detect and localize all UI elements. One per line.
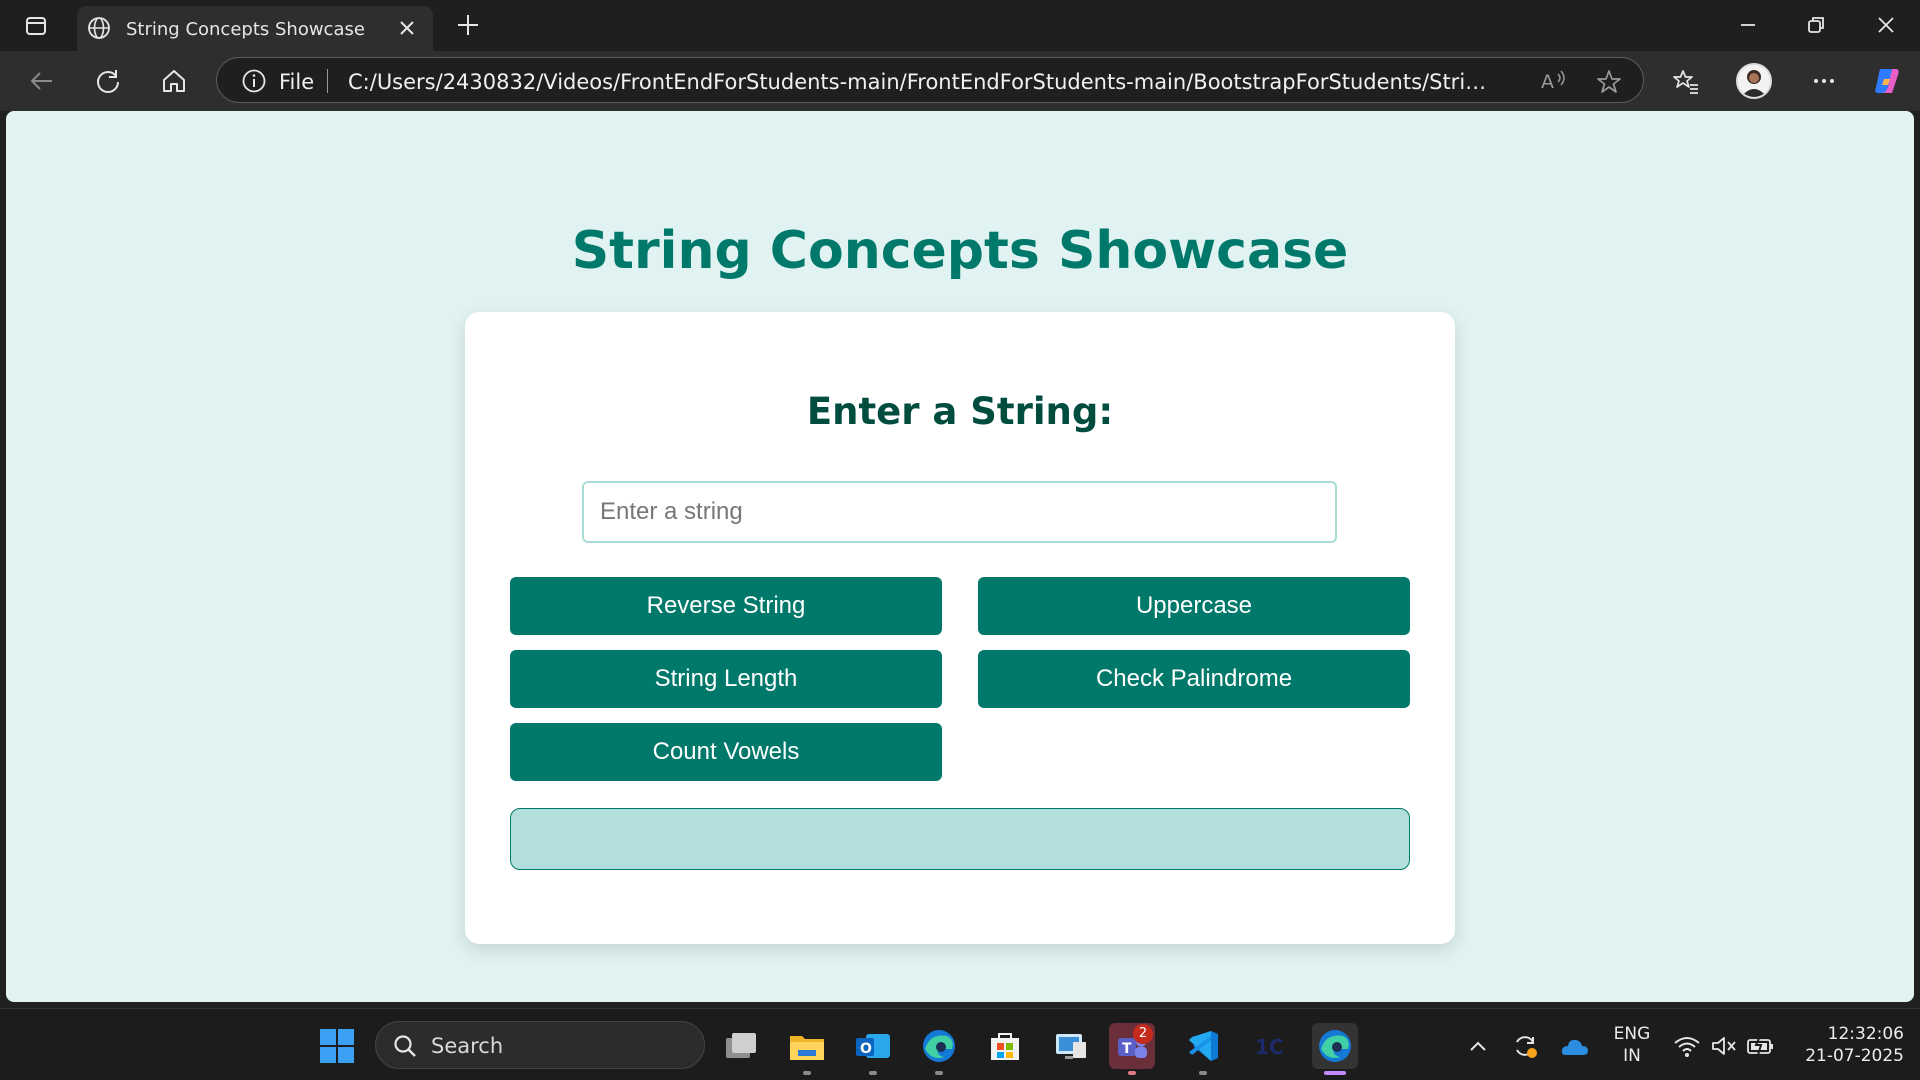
back-arrow-icon[interactable] xyxy=(26,65,58,97)
task-view-icon[interactable] xyxy=(718,1023,764,1069)
address-separator xyxy=(327,69,328,93)
copilot-icon[interactable] xyxy=(1870,65,1902,97)
close-tab-icon[interactable] xyxy=(395,16,419,40)
edge-icon[interactable] xyxy=(916,1023,962,1075)
battery-charging-icon[interactable] xyxy=(1739,1023,1783,1069)
windows-taskbar: Search O T 2 1C ENG IN 12:32:06 21-07-20… xyxy=(0,1008,1920,1080)
page-title: String Concepts Showcase xyxy=(571,221,1349,281)
refresh-icon[interactable] xyxy=(92,65,124,97)
remote-desktop-icon[interactable] xyxy=(1048,1023,1094,1069)
svg-text:O: O xyxy=(860,1041,872,1057)
string-input[interactable] xyxy=(582,481,1337,543)
result-output xyxy=(510,808,1410,870)
onedrive-icon[interactable] xyxy=(1553,1023,1597,1069)
close-window-icon[interactable] xyxy=(1871,10,1901,40)
card-heading: Enter a String: xyxy=(806,390,1114,433)
running-indicator xyxy=(935,1071,943,1075)
svg-text:1C: 1C xyxy=(1255,1035,1284,1059)
count-vowels-button[interactable]: Count Vowels xyxy=(510,723,942,781)
language-code: ENG xyxy=(1613,1024,1651,1044)
outlook-icon[interactable]: O xyxy=(850,1023,896,1075)
edge-active-icon[interactable] xyxy=(1312,1023,1358,1075)
check-palindrome-button[interactable]: Check Palindrome xyxy=(978,650,1410,708)
teams-icon[interactable]: T 2 xyxy=(1109,1023,1155,1075)
favorite-star-icon[interactable] xyxy=(1595,68,1623,96)
page-viewport: String Concepts Showcase Enter a String:… xyxy=(6,111,1914,1002)
tab-title: String Concepts Showcase xyxy=(126,19,365,40)
clock-time: 12:32:06 xyxy=(1827,1024,1904,1044)
tab-active[interactable]: String Concepts Showcase xyxy=(77,6,433,51)
running-indicator xyxy=(803,1071,811,1075)
browser-toolbar: File C:/Users/2430832/Videos/FrontEndFor… xyxy=(0,51,1920,111)
active-indicator xyxy=(1324,1071,1346,1075)
address-bar[interactable]: File C:/Users/2430832/Videos/FrontEndFor… xyxy=(216,57,1644,103)
taskbar-search[interactable]: Search xyxy=(375,1021,705,1069)
teams-notification-badge: 2 xyxy=(1133,1024,1153,1044)
string-card: Enter a String: Reverse String Uppercase… xyxy=(465,312,1455,944)
new-tab-icon[interactable] xyxy=(454,11,482,39)
chevron-up-icon[interactable] xyxy=(1456,1023,1500,1069)
microsoft-store-icon[interactable] xyxy=(982,1023,1028,1069)
info-icon[interactable] xyxy=(241,68,267,94)
search-icon xyxy=(392,1033,418,1059)
read-aloud-icon[interactable]: A xyxy=(1539,68,1569,94)
windows-start-icon[interactable] xyxy=(314,1023,360,1069)
tab-actions-icon[interactable] xyxy=(14,12,58,40)
svg-text:A: A xyxy=(1541,71,1554,93)
sync-icon[interactable] xyxy=(1503,1023,1547,1069)
home-icon[interactable] xyxy=(158,65,190,97)
string-length-button[interactable]: String Length xyxy=(510,650,942,708)
region-code: IN xyxy=(1623,1046,1641,1066)
url-scheme-label: File xyxy=(279,70,315,94)
globe-icon xyxy=(86,15,112,41)
more-options-icon[interactable] xyxy=(1808,65,1840,97)
uppercase-button[interactable]: Uppercase xyxy=(978,577,1410,635)
clock[interactable]: 12:32:06 21-07-2025 xyxy=(1784,1023,1904,1067)
restore-icon[interactable] xyxy=(1801,10,1831,40)
language-indicator[interactable]: ENG IN xyxy=(1604,1023,1660,1067)
search-label: Search xyxy=(431,1034,504,1058)
file-explorer-icon[interactable] xyxy=(784,1023,830,1075)
url-text[interactable]: C:/Users/2430832/Videos/FrontEndForStude… xyxy=(348,70,1493,94)
vscode-icon[interactable] xyxy=(1180,1023,1226,1075)
reverse-string-button[interactable]: Reverse String xyxy=(510,577,942,635)
running-indicator xyxy=(869,1071,877,1075)
svg-text:T: T xyxy=(1122,1041,1132,1057)
running-indicator xyxy=(1199,1071,1207,1075)
profile-avatar[interactable] xyxy=(1736,63,1772,99)
clock-date: 21-07-2025 xyxy=(1805,1046,1904,1066)
favorites-icon[interactable] xyxy=(1670,65,1702,97)
browser-tab-bar: String Concepts Showcase xyxy=(0,0,1920,51)
running-indicator xyxy=(1128,1071,1136,1075)
app-icon[interactable]: 1C xyxy=(1246,1023,1292,1069)
minimize-icon[interactable] xyxy=(1733,10,1763,40)
